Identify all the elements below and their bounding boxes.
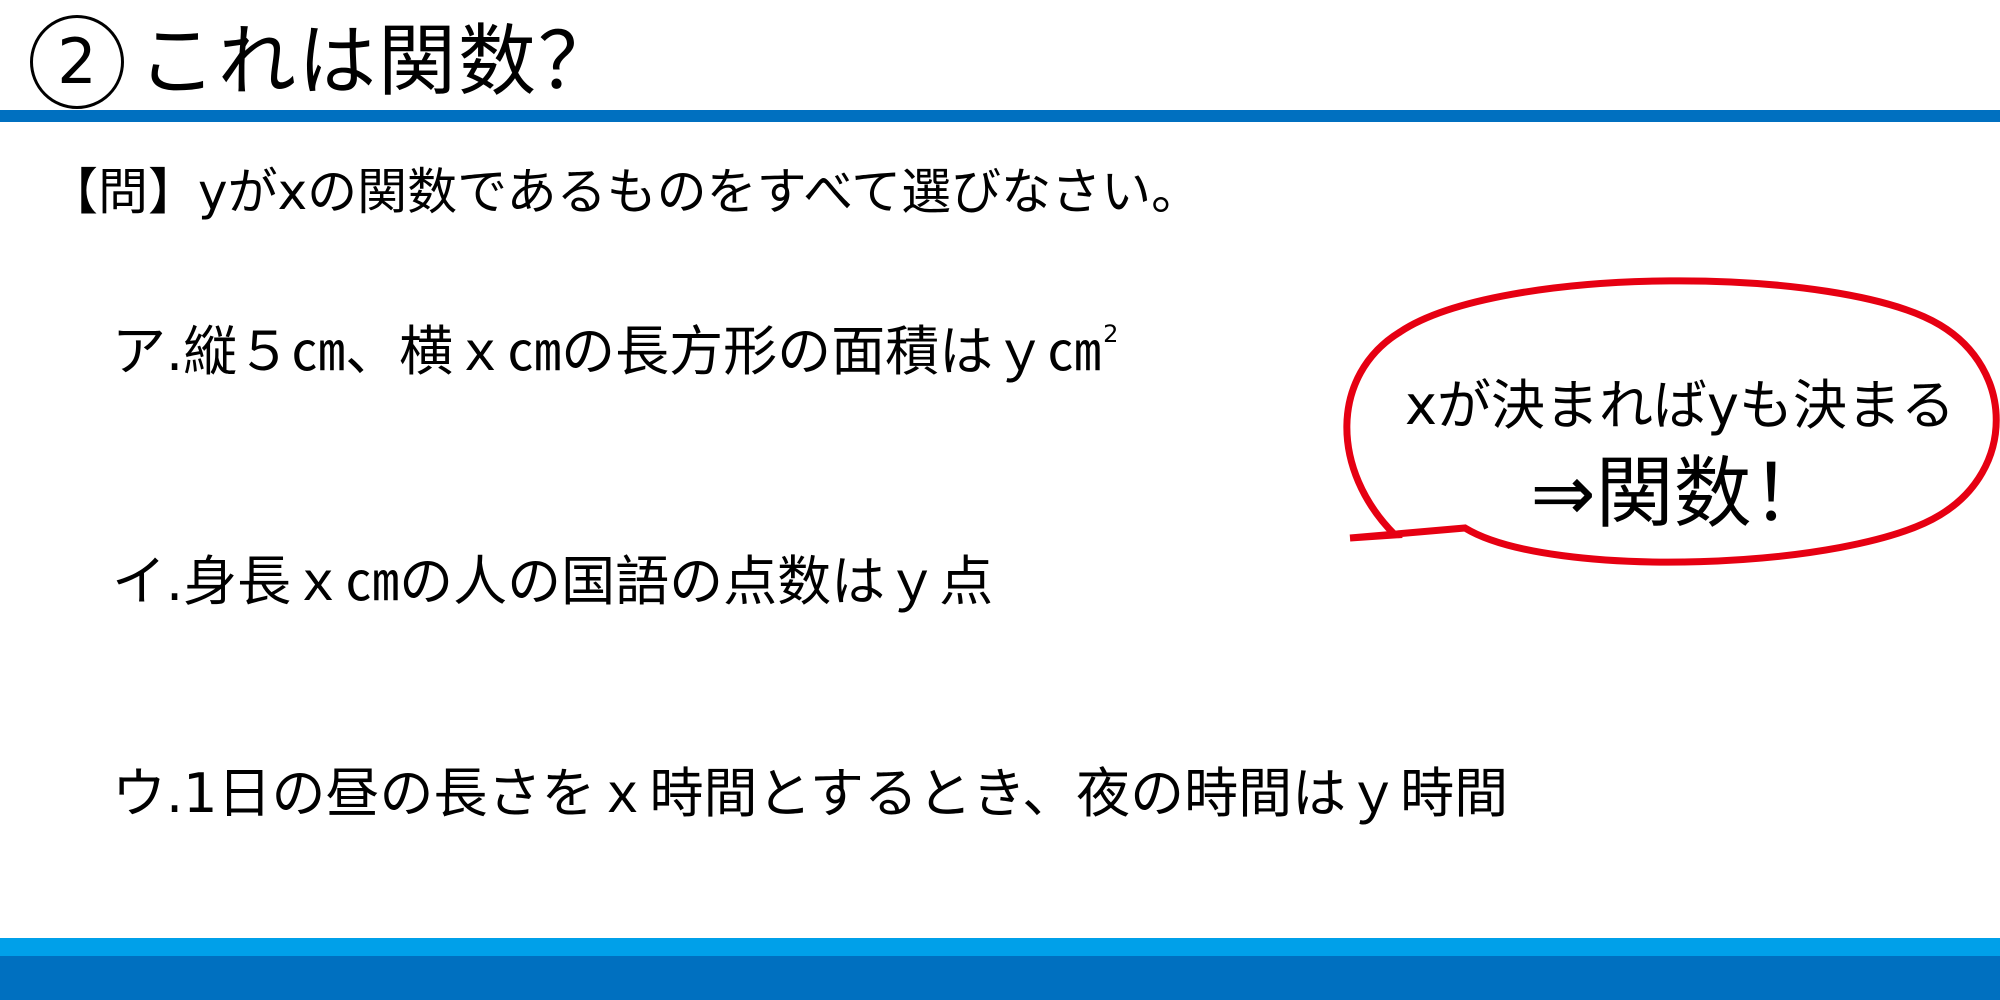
callout-line-2: ⇒関数！: [1530, 449, 1830, 539]
option-a: ア.縦５㎝、横ｘ㎝の長方形の面積はｙ㎝2: [112, 320, 1118, 385]
footer-bar-light: [0, 938, 2000, 956]
slide-title: 2 これは関数？: [30, 14, 618, 109]
title-divider: [0, 110, 2000, 122]
callout-line-1: xが決まればyも決まる: [1405, 374, 1955, 437]
option-a-superscript: 2: [1103, 320, 1119, 348]
footer-bar-dark: [0, 956, 2000, 1000]
option-a-text: ア.縦５㎝、横ｘ㎝の長方形の面積はｙ㎝: [112, 320, 1102, 383]
question-text: 【問】yがxの関数であるものをすべて選びなさい。: [48, 163, 1202, 221]
option-u: ウ.1日の昼の長さをｘ時間とするとき、夜の時間はｙ時間: [112, 762, 1509, 825]
option-i: イ.身長ｘ㎝の人の国語の点数はｙ点: [112, 550, 994, 613]
title-circled-number: 2: [30, 14, 124, 109]
title-text: これは関数？: [138, 16, 619, 107]
